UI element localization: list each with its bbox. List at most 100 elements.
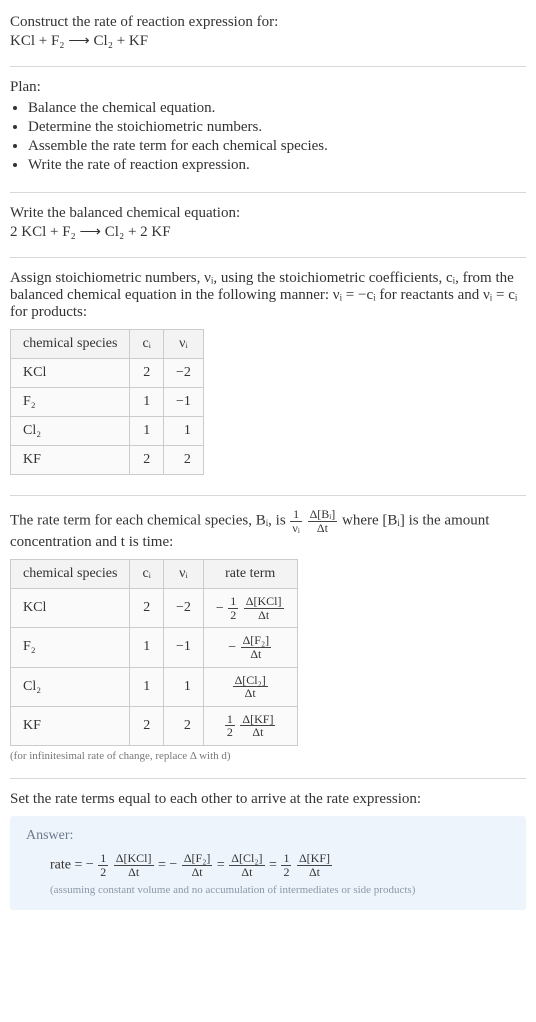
cell-rate-term: − Δ[F₂] Δt [203, 628, 297, 667]
frac-den: 2 [281, 866, 291, 879]
frac-num: 1 [281, 852, 291, 866]
cell-species: Cl₂ [11, 417, 130, 446]
cell-species: KF [11, 446, 130, 475]
table-row: KF 2 2 [11, 446, 204, 475]
rateterm-note: (for infinitesimal rate of change, repla… [10, 750, 526, 762]
rate-term: 1 2 Δ[KF] Δt [280, 857, 333, 872]
rateterm-heading: The rate term for each chemical species,… [10, 508, 526, 551]
term-prefix: − [86, 857, 94, 872]
cell-ci: 1 [130, 388, 164, 417]
frac-den: Δt [297, 866, 332, 879]
frac-den: 2 [228, 609, 238, 622]
divider [10, 778, 526, 779]
frac-den: Δt [240, 726, 275, 739]
cell-vi: 1 [163, 667, 203, 706]
balanced-heading: Write the balanced chemical equation: [10, 205, 526, 222]
plan-heading: Plan: [10, 79, 526, 96]
cell-species: Cl₂ [11, 667, 130, 706]
cell-ci: 1 [130, 628, 164, 667]
frac-num: Δ[Cl₂] [233, 674, 268, 688]
term-prefix: − [216, 601, 224, 616]
stoich-table: chemical species cᵢ νᵢ KCl 2 −2 F₂ 1 −1 … [10, 329, 204, 475]
answer-rate-expression: rate = − 1 2 Δ[KCl] Δt = − Δ[F₂] Δt [50, 852, 510, 878]
col-species: chemical species [11, 330, 130, 359]
fraction-icon: Δ[KCl] Δt [114, 852, 154, 878]
frac-num: Δ[KCl] [114, 852, 154, 866]
cell-vi: −1 [163, 628, 203, 667]
stoich-section: Assign stoichiometric numbers, νᵢ, using… [10, 264, 526, 489]
frac-den: Δt [244, 609, 284, 622]
answer-assumption: (assuming constant volume and no accumul… [50, 884, 510, 896]
frac-den: Δt [308, 522, 338, 535]
table-row: KCl 2 −2 − 1 2 Δ[KCl] Δt [11, 589, 298, 628]
frac-num: Δ[Bᵢ] [308, 508, 338, 522]
frac-num: 1 [225, 713, 235, 727]
col-rate-term: rate term [203, 560, 297, 589]
balanced-section: Write the balanced chemical equation: 2 … [10, 199, 526, 251]
final-heading: Set the rate terms equal to each other t… [10, 791, 526, 808]
plan-list: Balance the chemical equation. Determine… [28, 100, 526, 174]
rateterm-heading-pre: The rate term for each chemical species,… [10, 513, 289, 529]
divider [10, 192, 526, 193]
cell-ci: 1 [130, 667, 164, 706]
cell-vi: 1 [163, 417, 203, 446]
cell-vi: 2 [163, 446, 203, 475]
rateterm-table: chemical species cᵢ νᵢ rate term KCl 2 −… [10, 559, 298, 746]
cell-ci: 2 [130, 706, 164, 745]
frac-num: Δ[KCl] [244, 595, 284, 609]
table-row: F₂ 1 −1 [11, 388, 204, 417]
plan-item: Determine the stoichiometric numbers. [28, 119, 526, 136]
cell-ci: 2 [130, 446, 164, 475]
fraction-icon: Δ[Bᵢ] Δt [308, 508, 338, 534]
col-species: chemical species [11, 560, 130, 589]
cell-rate-term: 1 2 Δ[KF] Δt [203, 706, 297, 745]
fraction-icon: Δ[KCl] Δt [244, 595, 284, 621]
cell-species: F₂ [11, 628, 130, 667]
fraction-icon: Δ[F₂] Δt [182, 852, 213, 878]
intro-title: Construct the rate of reaction expressio… [10, 14, 526, 31]
term-prefix: − [169, 857, 177, 872]
table-row: KF 2 2 1 2 Δ[KF] Δt [11, 706, 298, 745]
rate-prefix: rate = [50, 857, 86, 872]
frac-num: Δ[Cl₂] [229, 852, 264, 866]
cell-rate-term: Δ[Cl₂] Δt [203, 667, 297, 706]
table-header-row: chemical species cᵢ νᵢ [11, 330, 204, 359]
cell-vi: −1 [163, 388, 203, 417]
cell-vi: 2 [163, 706, 203, 745]
table-row: Cl₂ 1 1 Δ[Cl₂] Δt [11, 667, 298, 706]
frac-num: Δ[F₂] [182, 852, 213, 866]
cell-rate-term: − 1 2 Δ[KCl] Δt [203, 589, 297, 628]
fraction-icon: Δ[KF] Δt [240, 713, 275, 739]
cell-species: KF [11, 706, 130, 745]
frac-num: 1 [290, 508, 301, 522]
divider [10, 257, 526, 258]
cell-ci: 2 [130, 589, 164, 628]
table-header-row: chemical species cᵢ νᵢ rate term [11, 560, 298, 589]
intro-equation: KCl + F₂ ⟶ Cl₂ + KF [10, 31, 526, 50]
fraction-icon: 1 2 [228, 595, 238, 621]
fraction-icon: Δ[F₂] Δt [241, 634, 272, 660]
frac-num: 1 [228, 595, 238, 609]
cell-species: KCl [11, 589, 130, 628]
plan-item: Assemble the rate term for each chemical… [28, 138, 526, 155]
fraction-icon: 1 2 [225, 713, 235, 739]
plan-item: Balance the chemical equation. [28, 100, 526, 117]
frac-num: Δ[KF] [240, 713, 275, 727]
fraction-icon: 1 νᵢ [290, 508, 301, 534]
col-ci: cᵢ [130, 330, 164, 359]
frac-num: Δ[F₂] [241, 634, 272, 648]
plan-section: Plan: Balance the chemical equation. Det… [10, 73, 526, 186]
divider [10, 66, 526, 67]
balanced-equation: 2 KCl + F₂ ⟶ Cl₂ + 2 KF [10, 222, 526, 241]
col-vi: νᵢ [163, 560, 203, 589]
divider [10, 495, 526, 496]
col-vi: νᵢ [163, 330, 203, 359]
cell-ci: 2 [130, 359, 164, 388]
frac-den: Δt [233, 687, 268, 700]
frac-num: 1 [98, 852, 108, 866]
cell-vi: −2 [163, 359, 203, 388]
rate-term: − Δ[F₂] Δt [169, 857, 216, 872]
col-ci: cᵢ [130, 560, 164, 589]
frac-den: Δt [114, 866, 154, 879]
intro-section: Construct the rate of reaction expressio… [10, 8, 526, 60]
